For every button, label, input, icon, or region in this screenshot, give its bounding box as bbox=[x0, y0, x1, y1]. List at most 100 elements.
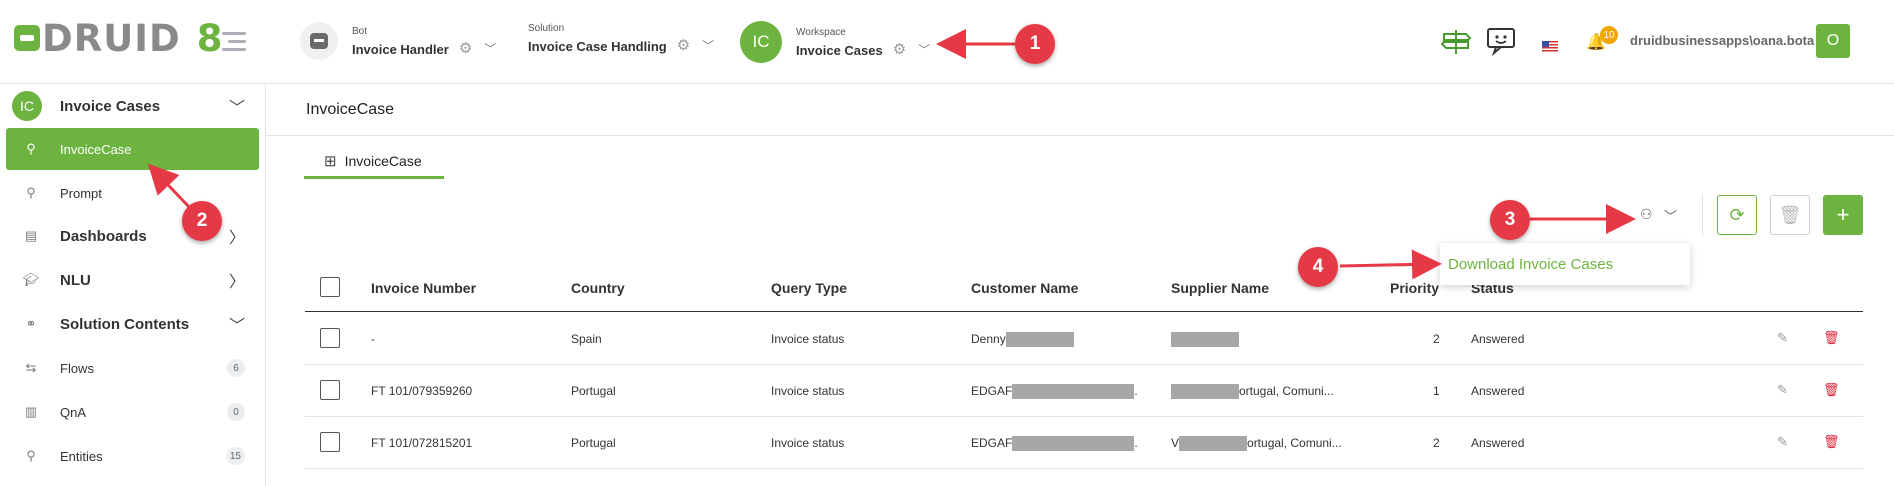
cell-country: Portugal bbox=[571, 436, 616, 450]
hierarchy-icon: ⚭ bbox=[25, 316, 37, 331]
cell-invoice-number: - bbox=[371, 332, 375, 346]
col-priority[interactable]: Priority bbox=[1390, 280, 1439, 296]
sidebar-item-solution-contents[interactable]: ⚭ Solution Contents ﹀ bbox=[6, 303, 259, 345]
sidebar-item-entities[interactable]: ⚲ Entities 15 bbox=[6, 435, 259, 477]
row-checkbox[interactable] bbox=[320, 432, 340, 452]
workspace-settings-gear-icon[interactable]: ⚙ bbox=[893, 40, 906, 58]
customer-visible-suffix: . bbox=[1134, 384, 1138, 398]
cell-country: Spain bbox=[571, 332, 602, 346]
col-country[interactable]: Country bbox=[571, 280, 625, 296]
redaction-block bbox=[1171, 332, 1239, 348]
select-all-checkbox[interactable] bbox=[320, 277, 340, 297]
supplier-visible-suffix: ortugal, Comuni... bbox=[1239, 384, 1334, 398]
tab-invoicecase[interactable]: ⊞ InvoiceCase bbox=[304, 145, 444, 179]
sidebar-item-label: Solution Contents bbox=[60, 315, 190, 333]
sidebar-item-nlu[interactable]: 🎓︎ NLU 〉 bbox=[6, 259, 259, 301]
sidebar-item-label: Prompt bbox=[60, 185, 102, 201]
username[interactable]: druidbusinessapps\oana.bota bbox=[1630, 33, 1814, 48]
logo-text: DRUID bbox=[42, 16, 181, 60]
workspace-avatar: IC bbox=[740, 21, 782, 63]
table-grid-icon: ⊞ bbox=[324, 152, 337, 170]
us-flag-icon[interactable] bbox=[1542, 32, 1558, 58]
customer-visible-text: EDGAF bbox=[971, 436, 1013, 450]
cell-customer-name: EDGAF. bbox=[971, 436, 1138, 452]
download-invoice-cases-option[interactable]: Download Invoice Cases bbox=[1448, 256, 1613, 273]
workspace-chevron-down-icon[interactable]: ﹀ bbox=[918, 41, 930, 58]
workspace-selector[interactable]: IC Workspace Invoice Cases ⚙ ﹀ bbox=[740, 21, 930, 63]
sidebar-item-label: QnA bbox=[60, 404, 87, 420]
redaction-block bbox=[1012, 384, 1135, 400]
solution-caption: Solution bbox=[528, 22, 565, 34]
sidebar-item-label: Flows bbox=[60, 360, 94, 376]
annotation-callout-1: 1 bbox=[1015, 24, 1055, 64]
edit-icon[interactable]: ✎ bbox=[1777, 434, 1788, 450]
chevron-right-icon[interactable]: 〉 bbox=[229, 268, 245, 292]
user-avatar[interactable]: O bbox=[1816, 24, 1850, 58]
sidebar-workspace-label: Invoice Cases bbox=[60, 97, 161, 115]
sidebar-item-qna[interactable]: ▥ QnA 0 bbox=[6, 391, 259, 433]
redaction-block bbox=[1171, 384, 1239, 400]
tab-label: InvoiceCase bbox=[344, 152, 422, 169]
chevron-right-icon[interactable]: 〉 bbox=[229, 224, 245, 248]
trash-icon[interactable]: 🗑︎ bbox=[1823, 382, 1840, 398]
cell-query-type: Invoice status bbox=[771, 332, 845, 346]
bot-settings-gear-icon[interactable]: ⚙ bbox=[459, 39, 472, 57]
table-row[interactable]: FT 101/072815201 Portugal Invoice status… bbox=[305, 417, 1863, 469]
export-icon[interactable]: ⚇ bbox=[1640, 206, 1653, 223]
redaction-block bbox=[1005, 332, 1074, 348]
flow-icon: ⇆ bbox=[25, 360, 37, 375]
workspace-name: Invoice Cases bbox=[796, 42, 883, 58]
cell-invoice-number: FT 101/079359260 bbox=[371, 384, 473, 398]
row-checkbox[interactable] bbox=[320, 328, 340, 348]
delete-selected-button[interactable]: 🗑︎ bbox=[1770, 195, 1810, 235]
sidebar-item-flows[interactable]: ⇆ Flows 6 bbox=[6, 347, 259, 389]
cell-priority: 2 bbox=[1433, 436, 1440, 450]
entity-icon: ⚲ bbox=[26, 448, 36, 463]
row-checkbox[interactable] bbox=[320, 380, 340, 400]
channels-signpost-icon[interactable] bbox=[1440, 26, 1472, 62]
entity-icon: ⚲ bbox=[26, 141, 36, 156]
add-record-button[interactable]: + bbox=[1823, 195, 1863, 235]
hamburger-menu-icon[interactable] bbox=[222, 32, 246, 56]
sidebar-item-label: InvoiceCase bbox=[60, 141, 132, 157]
top-bar: DRUID 8 Bot Invoice Handler ⚙ ﹀ Solution… bbox=[0, 0, 1894, 84]
table-row[interactable]: - Spain Invoice status Denny 2 Answered … bbox=[305, 313, 1863, 365]
chat-bot-icon[interactable] bbox=[1486, 26, 1516, 62]
solution-settings-gear-icon[interactable]: ⚙ bbox=[677, 36, 690, 54]
druid-logo[interactable]: DRUID 8 bbox=[14, 16, 223, 60]
customer-visible-text: EDGAF bbox=[971, 384, 1013, 398]
col-invoice-number[interactable]: Invoice Number bbox=[371, 280, 476, 296]
entity-icon: ⚲ bbox=[26, 185, 36, 200]
chevron-down-icon[interactable]: ﹀ bbox=[229, 312, 245, 336]
trash-icon[interactable]: 🗑︎ bbox=[1823, 330, 1840, 346]
solution-selector[interactable]: Solution Invoice Case Handling ⚙ ﹀ bbox=[528, 22, 714, 55]
cell-supplier-name: ortugal, Comuni... bbox=[1171, 384, 1334, 400]
bot-selector[interactable]: Bot Invoice Handler ⚙ ﹀ bbox=[300, 22, 496, 60]
col-customer-name[interactable]: Customer Name bbox=[971, 280, 1078, 296]
redaction-block bbox=[1012, 436, 1135, 452]
export-chevron-down-icon[interactable]: ﹀ bbox=[1664, 206, 1677, 225]
table-row[interactable]: FT 101/079359260 Portugal Invoice status… bbox=[305, 365, 1863, 417]
solution-chevron-down-icon[interactable]: ﹀ bbox=[702, 37, 714, 54]
bot-chevron-down-icon[interactable]: ﹀ bbox=[484, 40, 496, 57]
cell-priority: 2 bbox=[1433, 332, 1440, 346]
sidebar-workspace-header[interactable]: IC Invoice Cases ﹀ bbox=[6, 84, 259, 128]
flows-count-badge: 6 bbox=[227, 359, 245, 377]
edit-icon[interactable]: ✎ bbox=[1777, 330, 1788, 346]
logo-version: 8 bbox=[196, 16, 223, 60]
chevron-down-icon[interactable]: ﹀ bbox=[229, 94, 245, 118]
cell-customer-name: Denny bbox=[971, 332, 1074, 348]
col-supplier-name[interactable]: Supplier Name bbox=[1171, 280, 1269, 296]
trash-icon[interactable]: 🗑︎ bbox=[1823, 434, 1840, 450]
edit-icon[interactable]: ✎ bbox=[1777, 382, 1788, 398]
refresh-button[interactable]: ⟳ bbox=[1717, 195, 1757, 235]
customer-visible-text: Denny bbox=[971, 332, 1006, 346]
col-query-type[interactable]: Query Type bbox=[771, 280, 847, 296]
workspace-badge: IC bbox=[12, 91, 42, 121]
cell-priority: 1 bbox=[1433, 384, 1440, 398]
sidebar-item-invoicecase[interactable]: ⚲ InvoiceCase bbox=[6, 128, 259, 170]
annotation-callout-2: 2 bbox=[182, 201, 222, 241]
dashboard-icon: ▤ bbox=[24, 228, 38, 243]
qna-count-badge: 0 bbox=[227, 403, 245, 421]
sidebar-item-prompt[interactable]: ⚲ Prompt bbox=[6, 172, 259, 214]
